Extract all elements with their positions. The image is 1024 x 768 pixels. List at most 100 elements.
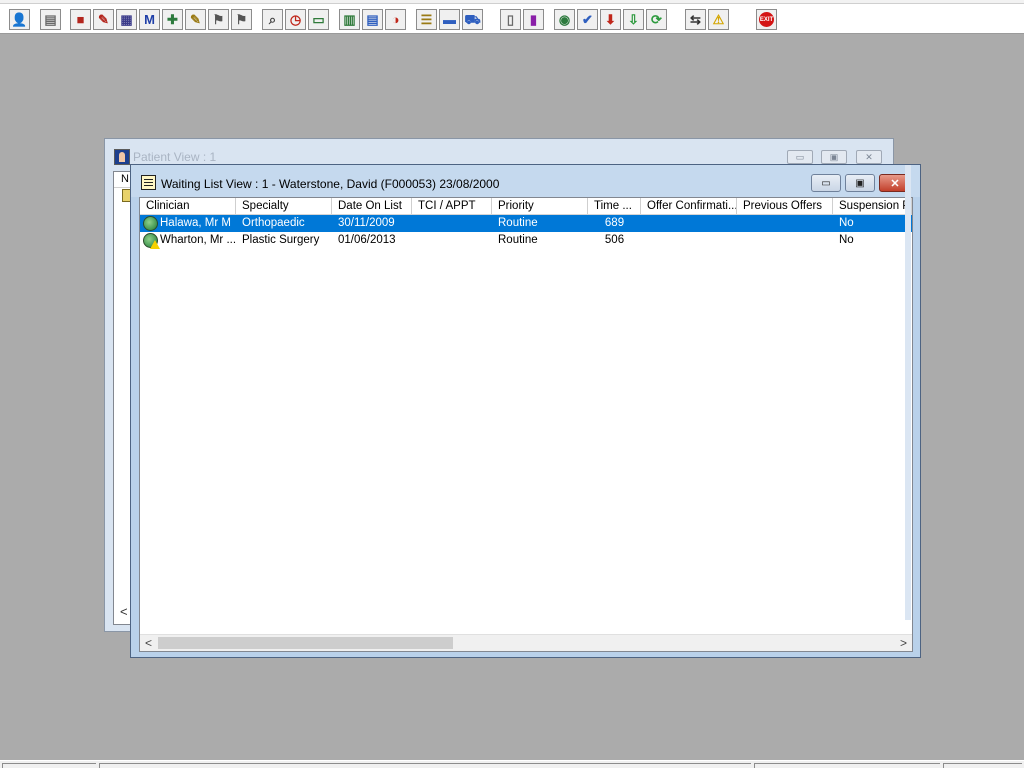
cell-time: 506 <box>604 234 625 246</box>
cell-date-on-list: 01/06/2013 <box>338 234 396 246</box>
exit-button[interactable]: EXIT <box>756 9 777 30</box>
folder-edit-button[interactable]: ✎ <box>93 9 114 30</box>
main-toolbar: 👤 ▤ ■ ✎ ▦ M ✚ ✎ ⚑ ⚑ ⌕ ◷ ▭ ▥ ▤ ◑ ☰ ▬ ⛟ ▯ ▮ ◉ ✔ ⬇ ⇩ ⟳ ⇆ ⚠ EXIT <box>0 0 1024 34</box>
checklist-button[interactable]: ✔ <box>577 9 598 30</box>
table-row[interactable]: Halawa, Mr M Orthopaedic 30/11/2009 Rout… <box>140 215 912 232</box>
warning-button[interactable]: ⚠ <box>708 9 729 30</box>
bed-button[interactable]: ▬ <box>439 9 460 30</box>
horizontal-scrollbar[interactable]: < > <box>140 634 912 651</box>
document-icon: ▯ <box>506 12 515 27</box>
form-button[interactable]: ▤ <box>362 9 383 30</box>
cell-tci-appt <box>412 232 492 249</box>
search-doc-button[interactable]: ⌕ <box>262 9 283 30</box>
cell-previous-offers <box>737 232 833 249</box>
waiting-list-minimize-button[interactable]: ▭ <box>811 174 841 192</box>
refresh-icon: ⟳ <box>651 12 662 27</box>
column-header-priority[interactable]: Priority <box>492 198 588 214</box>
cell-clinician: Halawa, Mr M <box>160 217 231 229</box>
column-header-specialty[interactable]: Specialty <box>236 198 332 214</box>
patient-view-icon <box>114 149 130 165</box>
cell-suspension: No <box>839 217 854 229</box>
printer-button[interactable]: ▤ <box>40 9 61 30</box>
cell-suspension: No <box>839 234 854 246</box>
scroll-left-button[interactable]: < <box>140 635 157 651</box>
cell-offer-confirmation <box>641 232 737 249</box>
cell-priority: Routine <box>498 217 538 229</box>
cell-tci-appt <box>412 215 492 232</box>
column-header-suspension[interactable]: Suspension Pe <box>833 198 912 214</box>
column-header-time[interactable]: Time ... <box>588 198 641 214</box>
patient-view-close-button[interactable]: ✕ <box>856 150 882 164</box>
letter-m-button[interactable]: M <box>139 9 160 30</box>
checklist-icon: ✔ <box>582 12 593 27</box>
column-header-clinician[interactable]: Clinician <box>140 198 236 214</box>
clock-button[interactable]: ◷ <box>285 9 306 30</box>
patient-view-scroll-left-button[interactable]: < <box>120 604 128 619</box>
search-doc-icon: ⌕ <box>268 12 277 27</box>
clock-icon: ◷ <box>289 12 302 27</box>
notes-button[interactable]: ✎ <box>185 9 206 30</box>
patient-icon: 👤 <box>11 12 28 27</box>
list-button[interactable]: ☰ <box>416 9 437 30</box>
bar-chart-button[interactable]: ▮ <box>523 9 544 30</box>
cell-specialty: Orthopaedic <box>242 217 305 229</box>
download-button[interactable]: ⬇ <box>600 9 621 30</box>
status-cell <box>943 763 1022 768</box>
letter-m-icon: M <box>144 12 155 27</box>
list-view-icon <box>141 175 156 190</box>
cell-previous-offers <box>737 215 833 232</box>
chart-button[interactable]: ▥ <box>339 9 360 30</box>
waiting-list-titlebar[interactable]: Waiting List View : 1 - Waterstone, Davi… <box>131 165 920 197</box>
scroll-thumb[interactable] <box>158 637 453 649</box>
patient-button[interactable]: 👤 <box>9 9 30 30</box>
waiting-list-maximize-button[interactable]: ▣ <box>845 174 875 192</box>
book-icon: ■ <box>76 12 85 27</box>
flag-alt-button[interactable]: ⚑ <box>231 9 252 30</box>
cell-date-on-list: 30/11/2009 <box>338 217 395 229</box>
dial-button[interactable]: ◑ <box>385 9 406 30</box>
document-button[interactable]: ▯ <box>500 9 521 30</box>
transfer-icon: ⇩ <box>628 12 639 27</box>
flag-button[interactable]: ⚑ <box>208 9 229 30</box>
cell-offer-confirmation <box>641 215 737 232</box>
ambulance-button[interactable]: ⛟ <box>462 9 483 30</box>
chart-icon: ▥ <box>343 12 356 27</box>
column-header-date-on-list[interactable]: Date On List <box>332 198 412 214</box>
doctor-icon: ✚ <box>167 12 178 27</box>
status-cell <box>99 763 751 768</box>
download-icon: ⬇ <box>605 12 616 27</box>
exit-icon: EXIT <box>759 12 774 27</box>
swap-icon: ⇆ <box>690 12 701 27</box>
refresh-button[interactable]: ⟳ <box>646 9 667 30</box>
table-row[interactable]: Wharton, Mr ... Plastic Surgery 01/06/20… <box>140 232 912 249</box>
transfer-button[interactable]: ⇩ <box>623 9 644 30</box>
status-cell <box>754 763 940 768</box>
dial-icon: ◑ <box>391 12 400 27</box>
printer-icon: ▤ <box>44 12 57 27</box>
column-header-tci-appt[interactable]: TCI / APPT <box>412 198 492 214</box>
scan-icon: ▦ <box>120 12 133 27</box>
cell-clinician: Wharton, Mr ... <box>160 234 236 246</box>
scan-button[interactable]: ▦ <box>116 9 137 30</box>
doctor-button[interactable]: ✚ <box>162 9 183 30</box>
column-header-offer-confirmation[interactable]: Offer Confirmati... <box>641 198 737 214</box>
warning-icon: ⚠ <box>712 12 725 27</box>
patient-view-minimize-button[interactable]: ▭ <box>787 150 813 164</box>
column-header-previous-offers[interactable]: Previous Offers <box>737 198 833 214</box>
book-button[interactable]: ■ <box>70 9 91 30</box>
waiting-list-grid[interactable]: Clinician Specialty Date On List TCI / A… <box>139 197 913 652</box>
flag-icon: ⚑ <box>212 12 225 27</box>
monitor-icon: ▭ <box>312 12 325 27</box>
patient-view-maximize-button[interactable]: ▣ <box>821 150 847 164</box>
list-icon: ☰ <box>420 12 433 27</box>
waiting-list-window[interactable]: Waiting List View : 1 - Waterstone, Davi… <box>130 164 921 658</box>
bar-chart-icon: ▮ <box>529 12 538 27</box>
grid-header: Clinician Specialty Date On List TCI / A… <box>140 198 912 215</box>
globe-button[interactable]: ◉ <box>554 9 575 30</box>
scroll-right-button[interactable]: > <box>895 635 912 651</box>
form-icon: ▤ <box>366 12 379 27</box>
flag-alt-icon: ⚑ <box>235 12 248 27</box>
swap-button[interactable]: ⇆ <box>685 9 706 30</box>
folder-edit-icon: ✎ <box>98 12 109 27</box>
monitor-button[interactable]: ▭ <box>308 9 329 30</box>
